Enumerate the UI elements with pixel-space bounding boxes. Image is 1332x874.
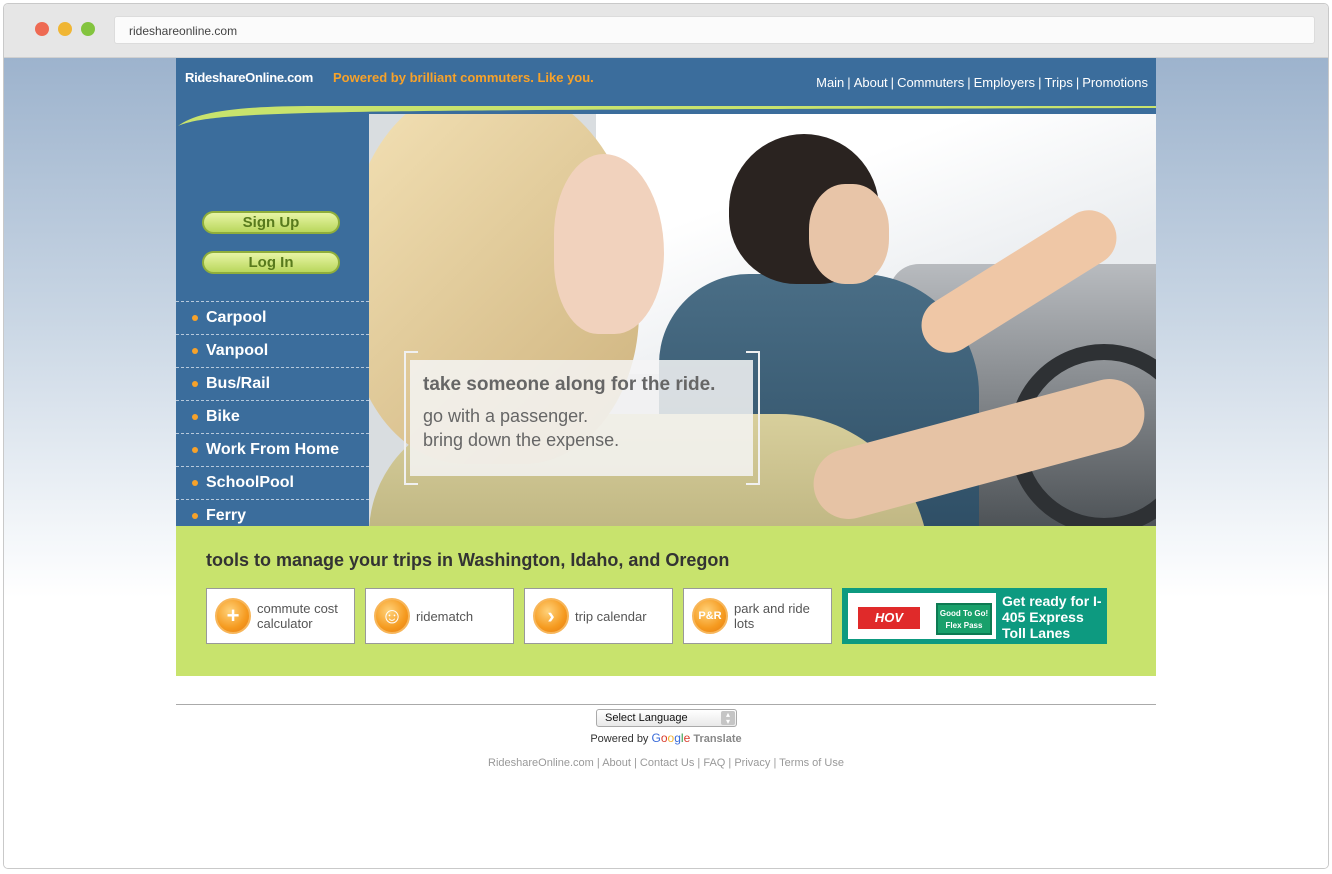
nav-employers[interactable]: Employers bbox=[974, 75, 1035, 90]
site-logo[interactable]: RideshareOnline.com bbox=[185, 70, 313, 85]
language-select[interactable]: Select Language ▴ ▾ bbox=[596, 709, 737, 727]
sidebar: Sign Up Log In Carpool Vanpool Bus/Rail … bbox=[176, 114, 369, 533]
nav-main[interactable]: Main bbox=[816, 75, 844, 90]
ad-text: Get ready for I-405 Express Toll Lanes bbox=[1002, 593, 1102, 641]
tool-label: commute cost calculator bbox=[257, 601, 338, 631]
nav-about[interactable]: About bbox=[854, 75, 888, 90]
bullet-icon bbox=[192, 480, 198, 486]
log-in-button[interactable]: Log In bbox=[202, 251, 340, 274]
ad-road-sign: HOV Good To Go! Flex Pass bbox=[848, 593, 996, 639]
tools-section: tools to manage your trips in Washington… bbox=[176, 526, 1156, 676]
tools-title: tools to manage your trips in Washington… bbox=[206, 550, 730, 570]
footer-link-contact[interactable]: Contact Us bbox=[640, 757, 694, 769]
sidebar-item-label: Bus/Rail bbox=[206, 375, 271, 392]
page-viewport: RideshareOnline.com Powered by brilliant… bbox=[4, 58, 1328, 868]
bullet-icon bbox=[192, 447, 198, 453]
maximize-window-button[interactable] bbox=[81, 22, 95, 36]
bullet-icon bbox=[192, 513, 198, 519]
footer-divider bbox=[176, 704, 1156, 705]
hero-banner: take someone along for the ride. go with… bbox=[369, 114, 1156, 526]
ad-hov-sign: HOV bbox=[858, 607, 920, 629]
close-window-button[interactable] bbox=[35, 22, 49, 36]
header-swoosh bbox=[178, 106, 1156, 126]
sidebar-item-label: Bike bbox=[206, 408, 240, 425]
ad-flex-pass: Good To Go! Flex Pass bbox=[936, 603, 992, 635]
commute-cost-calculator-button[interactable]: + commute cost calculator bbox=[206, 588, 355, 644]
bullet-icon bbox=[192, 414, 198, 420]
nav-separator: | bbox=[847, 75, 851, 90]
sidebar-item-label: Ferry bbox=[206, 507, 247, 524]
footer-link-terms[interactable]: Terms of Use bbox=[779, 757, 844, 769]
nav-separator: | bbox=[1038, 75, 1042, 90]
powered-by-google: Powered by Google Translate bbox=[176, 731, 1156, 745]
sidebar-item-label: Carpool bbox=[206, 309, 267, 326]
nav-separator: | bbox=[1075, 75, 1080, 90]
bullet-icon bbox=[192, 381, 198, 387]
ridematch-button[interactable]: ☺ ridematch bbox=[365, 588, 514, 644]
language-select-value: Select Language bbox=[605, 712, 688, 724]
sidebar-item-label: Work From Home bbox=[206, 441, 340, 458]
minimize-window-button[interactable] bbox=[58, 22, 72, 36]
park-ride-icon: P&R bbox=[692, 598, 728, 634]
plus-icon: + bbox=[215, 598, 251, 634]
sidebar-item-vanpool[interactable]: Vanpool bbox=[176, 335, 369, 368]
hero-caption: take someone along for the ride. go with… bbox=[410, 360, 753, 476]
tool-label: trip calendar bbox=[575, 608, 647, 624]
tool-label: park and ride lots bbox=[734, 601, 810, 631]
trip-calendar-button[interactable]: › trip calendar bbox=[524, 588, 673, 644]
sidebar-item-schoolpool[interactable]: SchoolPool bbox=[176, 467, 369, 500]
footer-link-faq[interactable]: FAQ bbox=[703, 757, 725, 769]
sign-up-button[interactable]: Sign Up bbox=[202, 211, 340, 234]
google-logo: Google bbox=[651, 731, 691, 745]
nav-separator: | bbox=[967, 75, 971, 90]
translate-link[interactable]: Translate bbox=[693, 733, 741, 745]
site-tagline: Powered by brilliant commuters. Like you… bbox=[333, 70, 594, 85]
footer-link-about[interactable]: About bbox=[602, 757, 631, 769]
hero-subline-1: go with a passenger. bbox=[423, 406, 589, 426]
browser-toolbar: rideshareonline.com bbox=[4, 4, 1328, 58]
nav-separator: | bbox=[890, 75, 895, 90]
bullet-icon bbox=[192, 348, 198, 354]
nav-trips[interactable]: Trips bbox=[1044, 75, 1072, 90]
sidebar-menu: Carpool Vanpool Bus/Rail Bike Work From … bbox=[176, 301, 369, 533]
footer-links: RideshareOnline.com | About | Contact Us… bbox=[488, 757, 844, 769]
park-and-ride-button[interactable]: P&R park and ride lots bbox=[683, 588, 832, 644]
sidebar-item-bike[interactable]: Bike bbox=[176, 401, 369, 434]
hero-headline: take someone along for the ride. bbox=[423, 374, 716, 395]
top-navigation: Main | About | Commuters | Employers | Trips | Pro… bbox=[816, 75, 1148, 90]
sidebar-item-work-from-home[interactable]: Work From Home bbox=[176, 434, 369, 467]
browser-window: rideshareonline.com RideshareOnline.com … bbox=[3, 3, 1329, 869]
sidebar-item-label: Vanpool bbox=[206, 342, 269, 359]
nav-promotions[interactable]: Promotions bbox=[1082, 75, 1148, 90]
footer-link-home[interactable]: RideshareOnline.com bbox=[488, 757, 594, 769]
sidebar-item-bus-rail[interactable]: Bus/Rail bbox=[176, 368, 369, 401]
chevron-updown-icon: ▴ ▾ bbox=[721, 711, 735, 726]
arrow-right-icon: › bbox=[533, 598, 569, 634]
powered-by-label: Powered by bbox=[590, 733, 649, 745]
footer-link-privacy[interactable]: Privacy bbox=[734, 757, 770, 769]
nav-commuters[interactable]: Commuters bbox=[897, 75, 964, 90]
address-bar[interactable]: rideshareonline.com bbox=[114, 16, 1315, 44]
tool-label: ridematch bbox=[416, 608, 474, 624]
hero-subline-2: bring down the expense. bbox=[423, 430, 620, 450]
bullet-icon bbox=[192, 315, 198, 321]
driver-face bbox=[809, 184, 889, 284]
sidebar-item-carpool[interactable]: Carpool bbox=[176, 302, 369, 335]
express-toll-lanes-ad[interactable]: HOV Good To Go! Flex Pass Get ready for … bbox=[842, 588, 1107, 644]
people-icon: ☺ bbox=[374, 598, 410, 634]
sidebar-item-label: SchoolPool bbox=[206, 474, 294, 491]
